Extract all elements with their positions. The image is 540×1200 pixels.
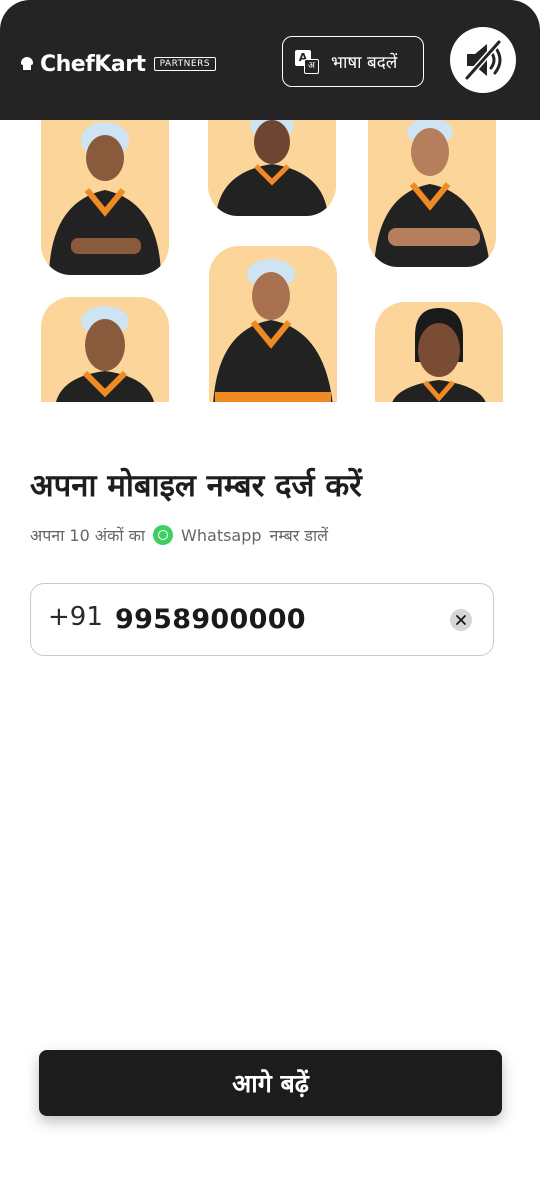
phone-instruction: अपना 10 अंकों का Whatsapp नम्बर डालें [30, 522, 328, 548]
chef-hat-icon [20, 57, 34, 71]
page-title: अपना मोबाइल नम्बर दर्ज करें [30, 468, 362, 504]
whatsapp-icon [153, 525, 174, 545]
chef-photo-gallery [0, 120, 540, 402]
clear-input-button[interactable] [450, 609, 472, 631]
chef-photo-1 [41, 120, 169, 275]
chef-photo-2 [208, 120, 336, 216]
brand-name: ChefKart [40, 51, 146, 77]
app-header: ChefKart PARTNERS Aअ भाषा बदलें [0, 0, 540, 120]
volume-off-icon [464, 39, 502, 81]
sound-toggle-button[interactable] [450, 27, 516, 93]
chef-photo-6 [375, 302, 503, 402]
instruction-suffix: नम्बर डालें [269, 526, 328, 545]
instruction-prefix: अपना 10 अंकों का [30, 526, 146, 545]
instruction-brand: Whatsapp [181, 525, 262, 545]
chef-photo-5 [209, 246, 337, 402]
chef-photo-3 [368, 120, 496, 267]
translate-icon: Aअ [295, 49, 319, 74]
phone-number-input[interactable] [115, 598, 435, 640]
change-language-button[interactable]: Aअ भाषा बदलें [282, 36, 424, 87]
phone-number-field[interactable]: +91 [30, 583, 494, 656]
country-code: +91 [48, 602, 103, 632]
close-icon [456, 615, 466, 625]
change-language-label: भाषा बदलें [331, 53, 398, 73]
chefkart-logo: ChefKart PARTNERS [20, 50, 217, 78]
partners-badge: PARTNERS [153, 57, 217, 71]
chef-photo-4 [41, 297, 169, 402]
continue-button[interactable]: आगे बढ़ें [39, 1050, 502, 1116]
